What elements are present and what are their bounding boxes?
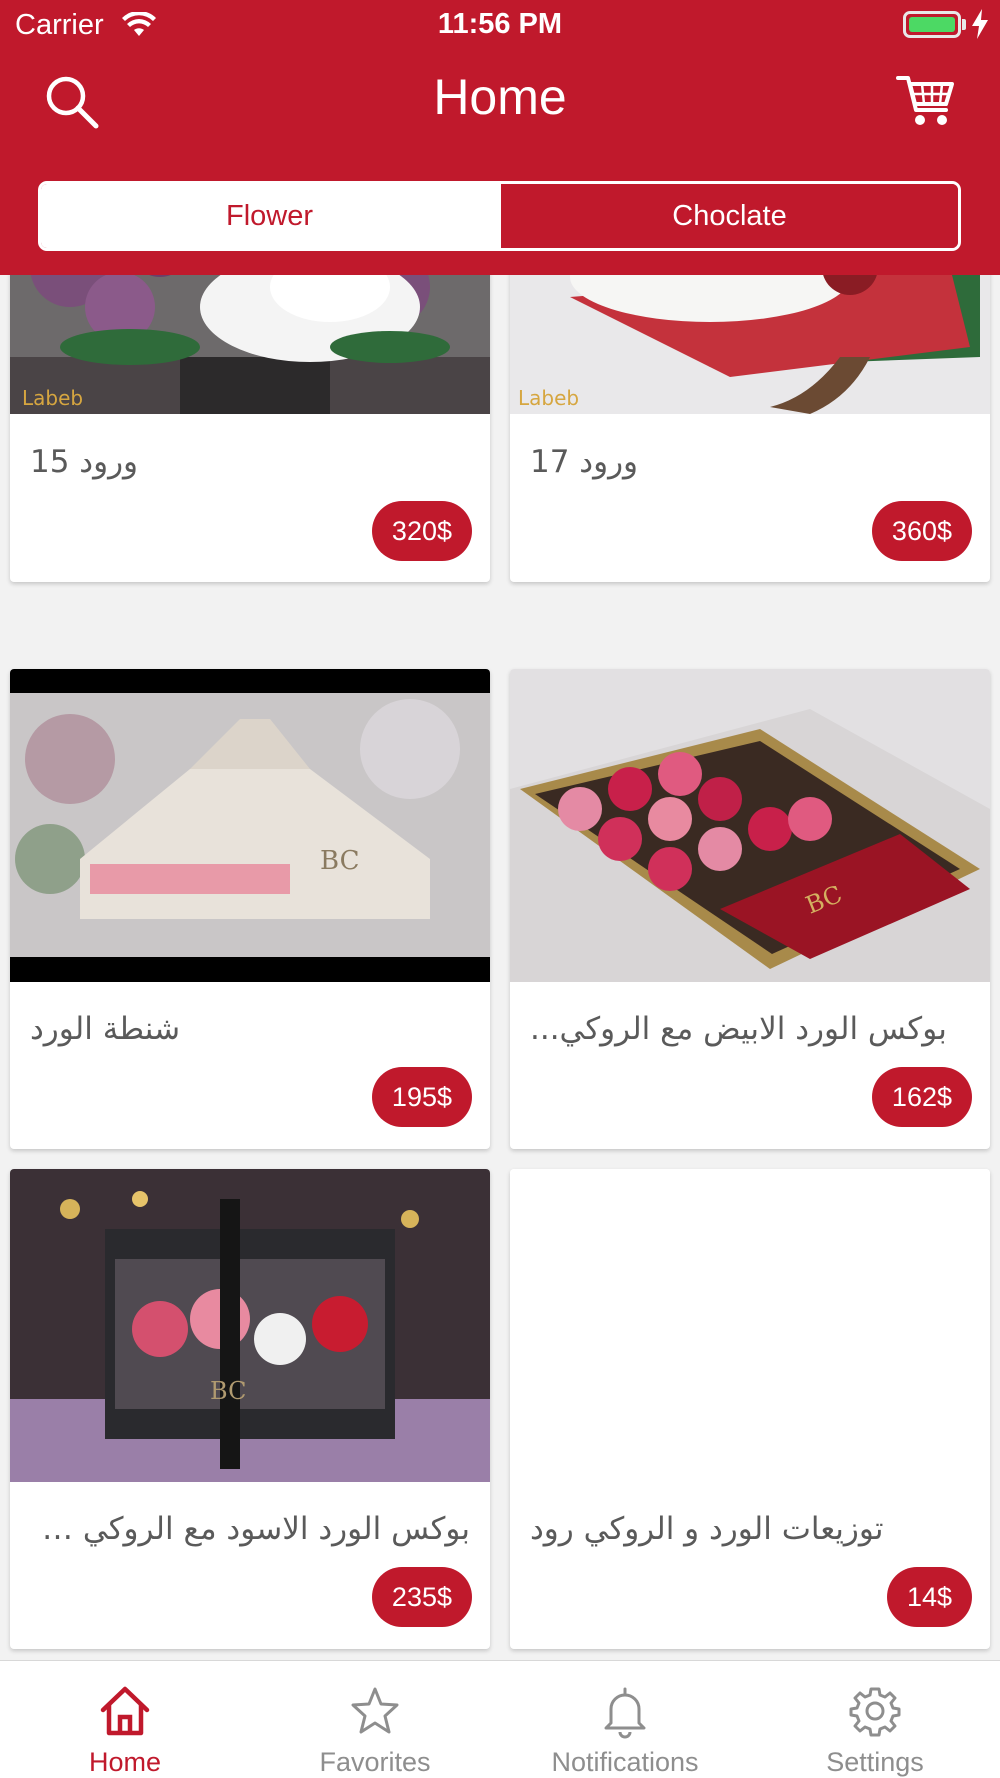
app-header: Carrier 11:56 PM Home Flower Choclate [0,0,1000,275]
battery-tip [962,19,966,30]
svg-text:BC: BC [210,1377,246,1405]
tab-settings[interactable]: Settings [750,1661,1000,1778]
product-card[interactable]: Labeb ورود 17 360$ [510,275,990,582]
tab-label: Home [88,1747,162,1777]
product-name: ورود 17 [530,444,639,480]
price-badge[interactable]: 195$ [371,1067,472,1127]
status-bar: Carrier 11:56 PM [0,0,1000,50]
price-badge[interactable]: 360$ [871,501,972,561]
bell-icon [604,1687,646,1739]
gear-icon [849,1687,901,1737]
price-badge[interactable]: 235$ [371,1567,472,1627]
product-card[interactable]: Labeb ورود 15 320$ [10,275,490,582]
product-card[interactable]: BC بوكس الورد الاسود مع الروكي رود 235$ [10,1169,490,1649]
product-grid: Labeb ورود 15 320$ Labeb ورود 17 360$ BC… [0,275,1000,1660]
product-card[interactable]: توزيعات الورد و الروكي رود 14$ [510,1169,990,1649]
tab-label: Notifications [551,1747,699,1777]
product-image: Labeb [510,275,990,414]
tab-label: Settings [826,1747,924,1777]
product-name: ورود 15 [30,444,139,480]
home-icon [100,1686,150,1736]
product-image: Labeb [10,275,490,414]
status-time: 11:56 PM [437,8,563,40]
cart-icon[interactable] [896,72,956,128]
tab-home[interactable]: Home [0,1661,250,1778]
product-card[interactable]: BC شنطة الورد 195$ [10,669,490,1149]
segment-choclate[interactable]: Choclate [498,184,958,248]
battery-icon [903,11,961,38]
product-name: بوكس الورد الابيض مع الروكي... [530,1011,947,1047]
charging-bolt-icon [972,9,988,39]
tab-bar: Home Favorites Notifications Settings [0,1660,1000,1778]
product-image [510,1169,990,1482]
svg-text:Labeb: Labeb [22,386,83,410]
svg-text:BC: BC [320,846,359,876]
price-badge[interactable]: 162$ [871,1067,972,1127]
page-title: Home [433,69,567,125]
tab-favorites[interactable]: Favorites [250,1661,500,1778]
product-image: BC [510,669,990,982]
segment-flower[interactable]: Flower [41,184,498,248]
tab-label: Favorites [319,1747,431,1777]
category-segmented-control: Flower Choclate [38,181,961,251]
tab-notifications[interactable]: Notifications [500,1661,750,1778]
price-badge[interactable]: 320$ [371,501,472,561]
product-name: شنطة الورد [30,1011,181,1047]
product-image: BC [10,669,490,982]
svg-text:Labeb: Labeb [518,386,579,410]
product-name: بوكس الورد الاسود مع الروكي رود [30,1511,470,1547]
product-image: BC [10,1169,490,1482]
product-card[interactable]: BC بوكس الورد الابيض مع الروكي... 162$ [510,669,990,1149]
product-name: توزيعات الورد و الروكي رود [530,1511,884,1547]
price-badge[interactable]: 14$ [886,1567,972,1627]
star-icon [351,1687,399,1734]
